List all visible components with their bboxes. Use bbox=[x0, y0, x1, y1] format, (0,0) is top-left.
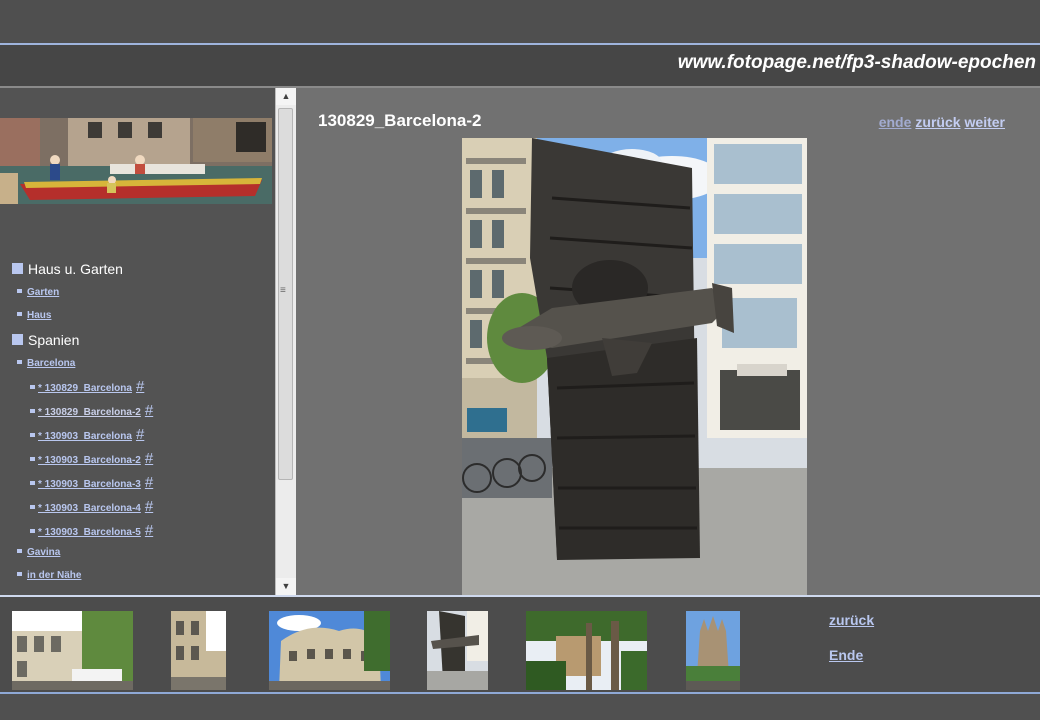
sidebar-page-item[interactable]: * 130829_Barcelona # bbox=[30, 378, 144, 395]
bullet-icon bbox=[17, 572, 22, 576]
sidebar-header-image bbox=[0, 118, 272, 204]
bullet-icon bbox=[17, 289, 22, 293]
arrow-down-icon[interactable]: ▼ bbox=[276, 578, 296, 595]
sidebar-scrollbar[interactable]: ▲ ≡ ▼ bbox=[275, 88, 296, 595]
square-bullet-icon bbox=[12, 334, 23, 345]
filmstrip-back-link[interactable]: zurück bbox=[829, 612, 874, 628]
sidebar-page-link[interactable]: * 130903_Barcelona-5 bbox=[38, 527, 141, 538]
bullet-icon bbox=[17, 549, 22, 553]
sidebar-page-link[interactable]: * 130903_Barcelona bbox=[38, 431, 132, 442]
arrow-up-icon[interactable]: ▲ bbox=[276, 88, 296, 105]
hash-link[interactable]: # bbox=[145, 450, 153, 467]
bullet-icon bbox=[30, 481, 35, 485]
category-spanien[interactable]: Spanien bbox=[12, 332, 79, 348]
bullet-icon bbox=[30, 385, 35, 389]
sidebar-page-link[interactable]: * 130903_Barcelona-2 bbox=[38, 455, 141, 466]
next-link[interactable]: weiter bbox=[965, 114, 1005, 130]
hash-link[interactable]: # bbox=[145, 402, 153, 419]
filmstrip-thumbnail[interactable] bbox=[686, 611, 740, 690]
filmstrip-thumbnail[interactable] bbox=[526, 611, 647, 690]
site-url: www.fotopage.net/fp3-shadow-epochen bbox=[677, 52, 1036, 73]
sidebar-link[interactable]: Garten bbox=[27, 287, 59, 298]
bullet-icon bbox=[30, 505, 35, 509]
sidebar: Haus u. Garten Garten Haus Spanien Barce… bbox=[0, 88, 275, 595]
category-label: Haus u. Garten bbox=[28, 261, 123, 277]
filmstrip-thumbnail[interactable] bbox=[12, 611, 133, 690]
filmstrip-end-link[interactable]: Ende bbox=[829, 647, 863, 663]
sidebar-item-gavina[interactable]: Gavina bbox=[17, 547, 60, 558]
filmstrip-thumbnail[interactable] bbox=[171, 611, 226, 690]
hash-link[interactable]: # bbox=[136, 426, 144, 443]
bullet-icon bbox=[30, 409, 35, 413]
url-bar: www.fotopage.net/fp3-shadow-epochen bbox=[0, 45, 1040, 86]
bullet-icon bbox=[30, 457, 35, 461]
bullet-icon bbox=[17, 312, 22, 316]
hash-link[interactable]: # bbox=[145, 474, 153, 491]
photo-navigation: ende zurück weiter bbox=[875, 114, 1005, 130]
filmstrip-thumbnail[interactable] bbox=[269, 611, 390, 690]
bullet-icon bbox=[30, 433, 35, 437]
photo-title: 130829_Barcelona-2 bbox=[318, 111, 482, 130]
main-photo bbox=[462, 138, 807, 595]
sidebar-link[interactable]: Gavina bbox=[27, 547, 60, 558]
sidebar-link[interactable]: Haus bbox=[27, 310, 51, 321]
sidebar-page-link[interactable]: * 130903_Barcelona-4 bbox=[38, 503, 141, 514]
sidebar-page-item[interactable]: * 130903_Barcelona-2 # bbox=[30, 450, 153, 467]
sidebar-item-barcelona[interactable]: Barcelona bbox=[17, 358, 75, 369]
bullet-icon bbox=[17, 360, 22, 364]
category-haus-garten[interactable]: Haus u. Garten bbox=[12, 261, 123, 277]
main-content: 130829_Barcelona-2 ende zurück weiter bbox=[296, 88, 1040, 595]
category-label: Spanien bbox=[28, 332, 80, 348]
hash-link[interactable]: # bbox=[136, 378, 144, 395]
sidebar-page-link[interactable]: * 130829_Barcelona bbox=[38, 383, 132, 394]
sidebar-item-garten[interactable]: Garten bbox=[17, 287, 59, 298]
filmstrip-thumbnail[interactable] bbox=[427, 611, 488, 690]
sidebar-page-link[interactable]: * 130903_Barcelona-3 bbox=[38, 479, 141, 490]
sidebar-item-in-der-naehe[interactable]: in der Nähe bbox=[17, 570, 81, 581]
sidebar-link[interactable]: in der Nähe bbox=[27, 570, 81, 581]
footer bbox=[0, 694, 1040, 720]
sidebar-page-item[interactable]: * 130829_Barcelona-2 # bbox=[30, 402, 153, 419]
hash-link[interactable]: # bbox=[145, 498, 153, 515]
hash-link[interactable]: # bbox=[145, 522, 153, 539]
square-bullet-icon bbox=[12, 263, 23, 274]
sidebar-item-haus[interactable]: Haus bbox=[17, 310, 51, 321]
sidebar-link[interactable]: Barcelona bbox=[27, 358, 75, 369]
sidebar-page-item[interactable]: * 130903_Barcelona-4 # bbox=[30, 498, 153, 515]
sidebar-page-link[interactable]: * 130829_Barcelona-2 bbox=[38, 407, 141, 418]
sidebar-page-item[interactable]: * 130903_Barcelona-5 # bbox=[30, 522, 153, 539]
sidebar-page-item[interactable]: * 130903_Barcelona-3 # bbox=[30, 474, 153, 491]
sidebar-page-item[interactable]: * 130903_Barcelona # bbox=[30, 426, 144, 443]
end-link[interactable]: ende bbox=[879, 114, 912, 130]
bullet-icon bbox=[30, 529, 35, 533]
filmstrip: zurück Ende bbox=[0, 597, 1040, 692]
top-bar bbox=[0, 0, 1040, 43]
back-link[interactable]: zurück bbox=[915, 114, 960, 130]
grip-icon: ≡ bbox=[280, 285, 286, 296]
